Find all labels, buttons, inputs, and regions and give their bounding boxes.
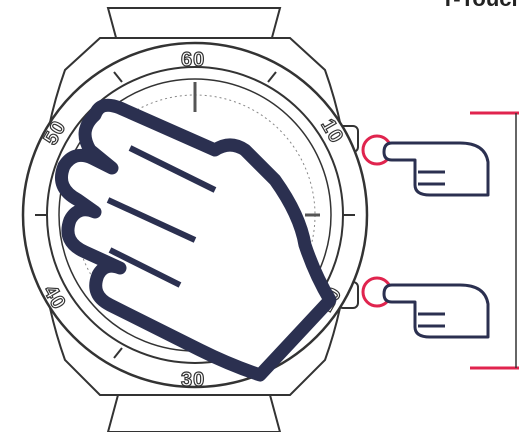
bezel-label-60: 60 bbox=[181, 49, 205, 71]
strap-bottom bbox=[106, 394, 282, 432]
finger-press-bottom-icon bbox=[382, 283, 490, 339]
finger-press-top-icon bbox=[382, 141, 490, 197]
watch-diagram: 60 10 20 30 40 50 bbox=[21, 7, 519, 432]
bezel-label-30: 30 bbox=[181, 369, 205, 391]
